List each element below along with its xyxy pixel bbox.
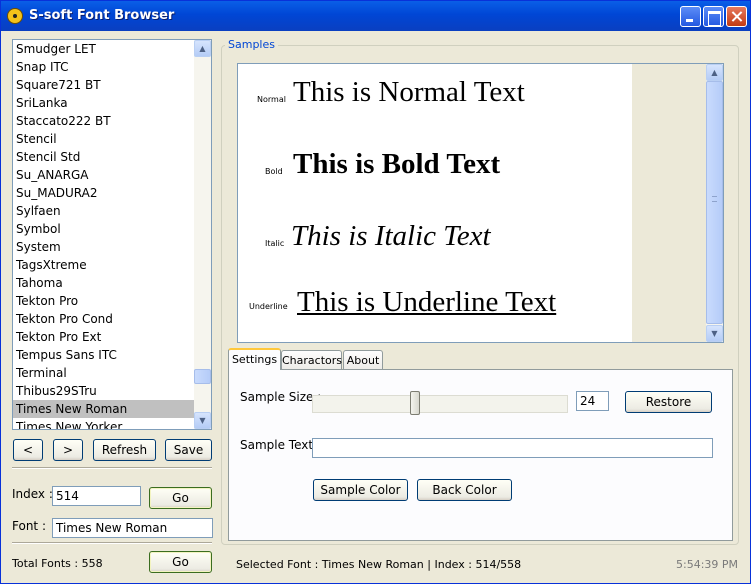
index-go-button[interactable]: Go	[149, 487, 212, 509]
sample-text-normal: This is Normal Text	[293, 76, 525, 108]
tab-about[interactable]: About	[343, 350, 383, 370]
left-separator-2	[12, 542, 212, 544]
font-list-item[interactable]: Symbol	[13, 220, 195, 238]
tab-settings[interactable]: Settings	[228, 348, 281, 370]
font-list-item[interactable]: Tekton Pro Cond	[13, 310, 195, 328]
font-label: Font :	[12, 519, 46, 533]
scroll-up-button[interactable]: ▲	[194, 40, 211, 57]
font-list-item[interactable]: Square721 BT	[13, 76, 195, 94]
sample-color-button[interactable]: Sample Color	[313, 479, 408, 501]
sample-scroll-down-button[interactable]: ▼	[706, 325, 723, 342]
index-input[interactable]: 514	[52, 486, 141, 506]
tab-charactors[interactable]: Charactors	[281, 350, 342, 370]
font-list-item[interactable]: Tempus Sans ITC	[13, 346, 195, 364]
left-separator	[12, 467, 212, 469]
scroll-down-button[interactable]: ▼	[194, 412, 211, 429]
window-title: S-soft Font Browser	[29, 8, 175, 23]
sample-scroll-thumb[interactable]	[706, 81, 723, 324]
font-list-item[interactable]: Tekton Pro Ext	[13, 328, 195, 346]
font-list-item[interactable]: SriLanka	[13, 94, 195, 112]
sample-size-label: Sample Size :	[240, 390, 322, 404]
font-list-item[interactable]: Snap ITC	[13, 58, 195, 76]
next-button[interactable]: >	[53, 439, 83, 461]
minimize-button[interactable]	[680, 6, 701, 27]
sample-size-slider[interactable]	[312, 395, 568, 413]
index-label: Index :	[12, 487, 53, 501]
sample-preview: Normal This is Normal Text Bold This is …	[237, 63, 724, 343]
sample-tag-italic: Italic	[265, 239, 285, 248]
app-logo-icon	[7, 8, 23, 24]
status-selected-font: Selected Font : Times New Roman | Index …	[236, 558, 522, 571]
sample-background-area	[632, 64, 706, 342]
sample-text-underline: This is Underline Text	[297, 286, 557, 318]
font-list-item[interactable]: Thibus29STru	[13, 382, 195, 400]
restore-button[interactable]: Restore	[625, 391, 712, 413]
font-list-item[interactable]: Sylfaen	[13, 202, 195, 220]
sample-tag-normal: Normal	[257, 95, 286, 104]
font-list-item[interactable]: Staccato222 BT	[13, 112, 195, 130]
sample-scroll-up-button[interactable]: ▲	[706, 64, 723, 81]
total-go-button[interactable]: Go	[149, 551, 212, 573]
font-list-items: Smudger LET Snap ITC Square721 BT SriLanka S…	[13, 40, 195, 429]
font-list-item[interactable]: Tahoma	[13, 274, 195, 292]
maximize-button[interactable]	[703, 6, 724, 27]
title-bar[interactable]: S-soft Font Browser	[1, 1, 750, 31]
font-list-item[interactable]: Times New Yorker	[13, 418, 195, 429]
sample-text-label: Sample Text :	[240, 438, 321, 452]
back-color-button[interactable]: Back Color	[417, 479, 512, 501]
sample-text-input[interactable]	[312, 438, 713, 458]
grip-icon	[712, 196, 717, 202]
font-list-item[interactable]: Su_ANARGA	[13, 166, 195, 184]
font-list-item[interactable]: Stencil	[13, 130, 195, 148]
scroll-thumb[interactable]	[194, 369, 211, 384]
samples-legend: Samples	[225, 38, 278, 51]
sample-tag-bold: Bold	[265, 167, 283, 176]
sample-text-italic: This is Italic Text	[291, 220, 491, 252]
font-list[interactable]: Smudger LET Snap ITC Square721 BT SriLanka S…	[12, 39, 212, 430]
font-list-item[interactable]: TagsXtreme	[13, 256, 195, 274]
font-list-item[interactable]: Times New Roman	[13, 400, 195, 418]
sample-size-input[interactable]: 24	[576, 391, 609, 411]
app-window: S-soft Font Browser Smudger LET Snap ITC S…	[0, 0, 751, 584]
close-button[interactable]	[726, 6, 747, 27]
total-fonts-label: Total Fonts : 558	[12, 557, 103, 570]
refresh-button[interactable]: Refresh	[93, 439, 156, 461]
font-list-item[interactable]: Su_MADURA2	[13, 184, 195, 202]
font-list-item[interactable]: Smudger LET	[13, 40, 195, 58]
font-list-scrollbar[interactable]: ▲ ▼	[194, 40, 211, 429]
font-list-item[interactable]: System	[13, 238, 195, 256]
sample-canvas: Normal This is Normal Text Bold This is …	[238, 64, 632, 342]
sample-size-slider-thumb[interactable]	[410, 391, 420, 415]
font-list-item[interactable]: Terminal	[13, 364, 195, 382]
font-name-input[interactable]: Times New Roman	[52, 518, 213, 538]
font-list-item[interactable]: Tekton Pro	[13, 292, 195, 310]
status-time: 5:54:39 PM	[676, 558, 739, 571]
sample-scrollbar[interactable]: ▲ ▼	[706, 64, 723, 342]
sample-text-bold: This is Bold Text	[293, 148, 501, 180]
prev-button[interactable]: <	[13, 439, 43, 461]
font-list-item[interactable]: Stencil Std	[13, 148, 195, 166]
sample-tag-underline: Underline	[249, 302, 288, 311]
save-button[interactable]: Save	[165, 439, 212, 461]
